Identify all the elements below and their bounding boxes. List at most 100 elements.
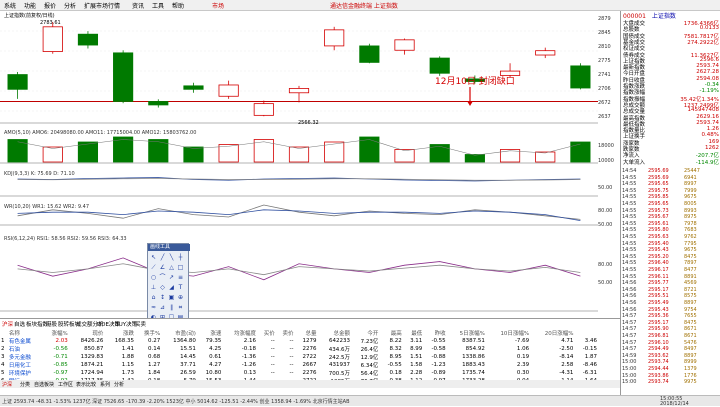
table-cell: 79.35 (205, 338, 222, 344)
column-header[interactable]: 涨跌 (104, 329, 135, 337)
column-header[interactable]: 最低 (403, 329, 424, 337)
drawing-tool-button[interactable]: ┼ (177, 254, 184, 261)
drawing-tool-button[interactable]: ⌗ (177, 304, 184, 311)
table-row[interactable]: 5 环境保护 -0.97 1724.94 1.73 1.84 26.59 10.80 0.13 -… (0, 369, 598, 377)
table-cell: 1883.43 (462, 362, 485, 368)
bottom-subtabs: 沪深 分类 自选板块 工作区 表示比较 系列 分析 (0, 380, 620, 388)
drawing-tool-button[interactable]: T (177, 284, 184, 291)
candle-body (324, 29, 345, 47)
table-cell: 26.59 (180, 370, 196, 376)
chart-area[interactable]: 2783.61 2566.32 12月10日 封闭缺口 上证指数(前复权/日线) A… (0, 11, 598, 317)
table-cell: 1874.21 (80, 362, 104, 368)
column-header[interactable]: 换手% (135, 329, 161, 337)
column-header[interactable]: 涨速 (197, 329, 223, 337)
drawing-tool-button[interactable]: ⊿ (159, 304, 166, 311)
quote-row: 大单流入 -114.9亿 (623, 158, 719, 166)
tab-buy[interactable]: BUY决策 (115, 320, 137, 328)
subtab[interactable]: 自选板块 (34, 381, 54, 388)
menu-tools[interactable]: 工具 (152, 1, 164, 10)
drawing-tool-button[interactable]: ╲ (168, 254, 175, 261)
price-tick: 2775 (598, 58, 611, 64)
menu-news[interactable]: 资讯 (132, 1, 144, 10)
subtab[interactable]: 工作区 (58, 381, 73, 388)
column-header[interactable]: 昨收 (423, 329, 446, 337)
drawing-tool-button[interactable]: ◇ (159, 284, 166, 291)
menu-system[interactable]: 系统 (4, 1, 16, 10)
column-header[interactable]: 名称 (8, 329, 43, 337)
drawing-tool-button[interactable]: ∠ (159, 264, 166, 271)
drawing-tool-button[interactable]: ○ (150, 274, 157, 281)
drawing-tool-button[interactable]: ⟋ (150, 264, 157, 271)
drawing-tool-button[interactable]: △ (168, 264, 175, 271)
market-label[interactable]: 市场 (212, 1, 224, 10)
tick-cell: 14:55 (622, 267, 637, 273)
table-row[interactable]: 1 有色金属 2.03 8426.26 168.35 0.27 1364.80 79.35 2.… (0, 337, 598, 345)
subtab[interactable]: 分类 (20, 381, 30, 388)
tick-cell: 2595.90 (648, 326, 669, 333)
table-cell: 10.80 (205, 370, 222, 376)
subtab[interactable]: 表示比较 (76, 381, 96, 388)
menu-function[interactable]: 功能 (24, 1, 36, 10)
drawing-tool-button[interactable]: ⌒ (159, 274, 166, 281)
menu-quote[interactable]: 报价 (44, 1, 56, 10)
tick-cell: 2595.49 (648, 300, 669, 306)
subtab[interactable]: 系列 (100, 381, 110, 388)
menu-help[interactable]: 帮助 (172, 1, 184, 10)
drawing-tool-button[interactable]: ⊥ (150, 284, 157, 291)
drawing-tool-button[interactable]: ↗ (168, 274, 175, 281)
tick-row: 14:56 2595.49 8897 (622, 300, 720, 306)
candle-body (218, 84, 239, 97)
column-header[interactable]: 最高 (379, 329, 402, 337)
tick-row: 14:56 2595.51 8575 (622, 293, 720, 299)
column-header[interactable]: 5日涨幅% (447, 329, 486, 337)
menu-analysis[interactable]: 分析 (64, 1, 76, 10)
table-cell: 0.19 (516, 354, 530, 360)
drawing-tool-button[interactable]: ↕ (159, 294, 166, 301)
column-header[interactable]: 市盈(动) (161, 329, 197, 337)
quote-value: -114.9亿 (695, 159, 719, 166)
tab-hk[interactable]: 港股 (46, 320, 57, 328)
chart-title: 上证指数(前复权/日线) (4, 12, 55, 19)
column-header[interactable]: 总金额 (318, 329, 351, 337)
table-row[interactable]: 2 石油 -0.56 850.87 1.41 0.14 15.51 4.25 -0.18 -- --… (0, 345, 598, 353)
tab-zixuan[interactable]: 自选 (14, 320, 25, 328)
drawing-tool-button[interactable]: ⌂ (150, 294, 157, 301)
drawing-tool-button[interactable]: ≈ (150, 304, 157, 311)
volume-bar (570, 141, 591, 163)
quote-value: 2627.28 (696, 69, 719, 76)
annotation-arrow-head (467, 101, 473, 106)
column-header[interactable]: 今开 (351, 329, 379, 337)
column-header[interactable]: 买价 (257, 329, 276, 337)
subtab-tag[interactable]: 沪深 (2, 381, 12, 388)
tick-cell: 2595.65 (648, 181, 669, 188)
column-header[interactable]: 均涨幅度 (222, 329, 257, 337)
column-header[interactable]: 总量 (294, 329, 317, 337)
drawing-tool-button[interactable]: ∥ (168, 304, 175, 311)
tick-cell: 7655 (684, 313, 697, 320)
tick-cell: 25447 (684, 168, 700, 174)
tab-sector-index[interactable]: 板块指数 (26, 320, 48, 328)
column-header[interactable]: 20日涨幅% (530, 329, 574, 337)
column-header[interactable] (0, 329, 8, 337)
drawing-tool-button[interactable]: ≡ (177, 274, 184, 281)
tab-shenhu[interactable]: 沪深 (2, 320, 13, 328)
tab-trade[interactable]: 买卖 (135, 320, 146, 328)
drawing-tool-button[interactable]: ⊕ (177, 294, 184, 301)
drawing-tool-button[interactable]: ◢ (168, 284, 175, 291)
column-header[interactable]: 卖价 (276, 329, 295, 337)
menu-ext-market[interactable]: 扩展市场行情 (84, 1, 120, 10)
drawing-tool-button[interactable]: □ (177, 264, 184, 271)
table-cell: 1338.86 (462, 354, 485, 360)
column-header[interactable]: 10日涨幅% (486, 329, 530, 337)
drawing-tool-button[interactable]: ╱ (159, 254, 166, 261)
table-row[interactable]: 3 多元金融 -0.71 1329.83 1.88 0.68 14.45 0.61 -1.36 -… (0, 353, 598, 361)
drawing-tool-button[interactable]: ↖ (150, 254, 157, 261)
tick-cell: 14:55 (622, 187, 637, 194)
column-header[interactable]: 涨幅% (42, 329, 68, 337)
table-row[interactable]: 4 日用化工 -0.85 1874.21 1.15 1.27 37.71 4.27 -1.26 -… (0, 361, 598, 369)
drawing-tool-button[interactable]: ▣ (168, 294, 175, 301)
tick-row: 14:57 2595.36 7655 (622, 313, 720, 319)
column-header[interactable]: 现价 (69, 329, 105, 337)
subtab[interactable]: 分析 (114, 381, 124, 388)
volume-header: AMO(5,10) AMO6: 20498080.00 AMO11: 17715… (4, 130, 197, 136)
